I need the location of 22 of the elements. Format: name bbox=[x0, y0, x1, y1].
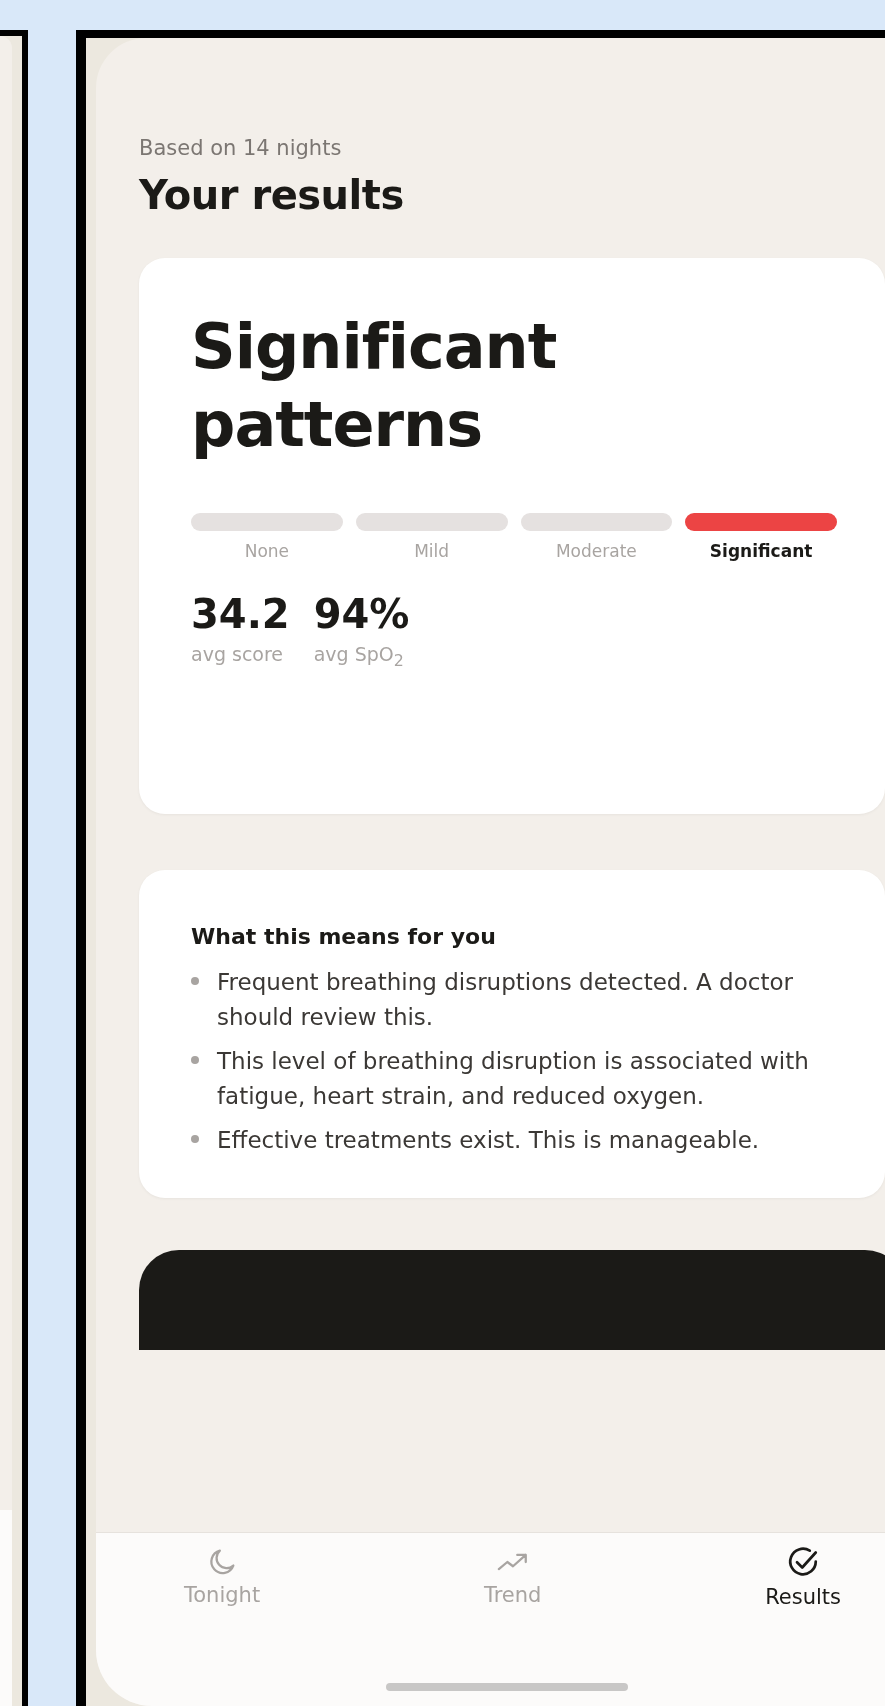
severity-label: Mild bbox=[414, 541, 450, 561]
result-headline: Significant patterns bbox=[191, 309, 558, 463]
tab[interactable]: Tonight bbox=[184, 1545, 261, 1609]
tab[interactable]: Trend bbox=[483, 1545, 542, 1609]
info-heading: What this means for you bbox=[191, 924, 497, 949]
severity-label: None bbox=[244, 541, 290, 561]
stat-value: 34.2 bbox=[191, 591, 290, 637]
tab[interactable]: Results bbox=[765, 1545, 841, 1609]
bullet-text: Frequent breathing disruptions detected. A doctor should review this. bbox=[217, 968, 794, 1032]
primary-button[interactable] bbox=[139, 1249, 885, 1350]
stat-label: avg score bbox=[191, 643, 285, 665]
bullet-text: This level of breathing disruption is associated with fatigue, heart strain, and reduced oxygen. bbox=[217, 1047, 810, 1111]
bullet-text: Effective treatments exist. This is manageable. bbox=[217, 1126, 761, 1155]
stat-value: 94% bbox=[313, 591, 410, 637]
stat-label: avg SpO$_{2}$ bbox=[313, 643, 405, 670]
page-title: Your results bbox=[139, 172, 405, 218]
bullet-dot-icon bbox=[191, 977, 199, 985]
severity-label: Moderate bbox=[555, 541, 637, 561]
bullet-dot-icon bbox=[191, 1056, 199, 1064]
subtitle: Based on 14 nights bbox=[139, 136, 343, 160]
severity-label: Significant bbox=[709, 541, 813, 561]
bullet-dot-icon bbox=[191, 1135, 199, 1143]
